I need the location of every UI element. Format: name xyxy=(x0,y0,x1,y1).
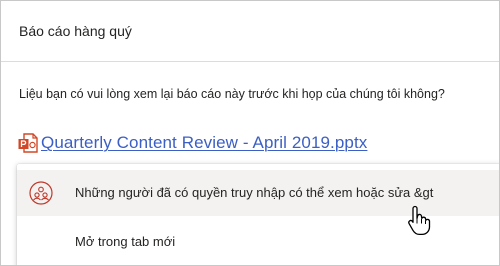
attachment-name[interactable]: Quarterly Content Review - April 2019.pp… xyxy=(41,133,367,153)
menu-item-share-access-label: Những người đã có quyền truy nhập có thể… xyxy=(75,185,434,200)
powerpoint-file-icon xyxy=(18,133,38,153)
menu-item-share-access[interactable]: Những người đã có quyền truy nhập có thể… xyxy=(17,170,499,216)
attachment-link[interactable]: Quarterly Content Review - April 2019.pp… xyxy=(17,132,367,154)
menu-item-open-new-tab-label: Mở trong tab mới xyxy=(75,234,176,249)
subject-header: Báo cáo hàng quý xyxy=(1,1,499,62)
share-people-icon xyxy=(29,181,53,205)
email-body-text: Liệu bạn có vui lòng xem lại báo cáo này… xyxy=(19,87,445,101)
email-subject: Báo cáo hàng quý xyxy=(19,23,132,39)
menu-item-open-new-tab[interactable]: Mở trong tab mới xyxy=(17,222,499,262)
context-menu: Những người đã có quyền truy nhập có thể… xyxy=(17,164,499,265)
email-reading-pane: Báo cáo hàng quý Liệu bạn có vui lòng xe… xyxy=(0,0,500,266)
